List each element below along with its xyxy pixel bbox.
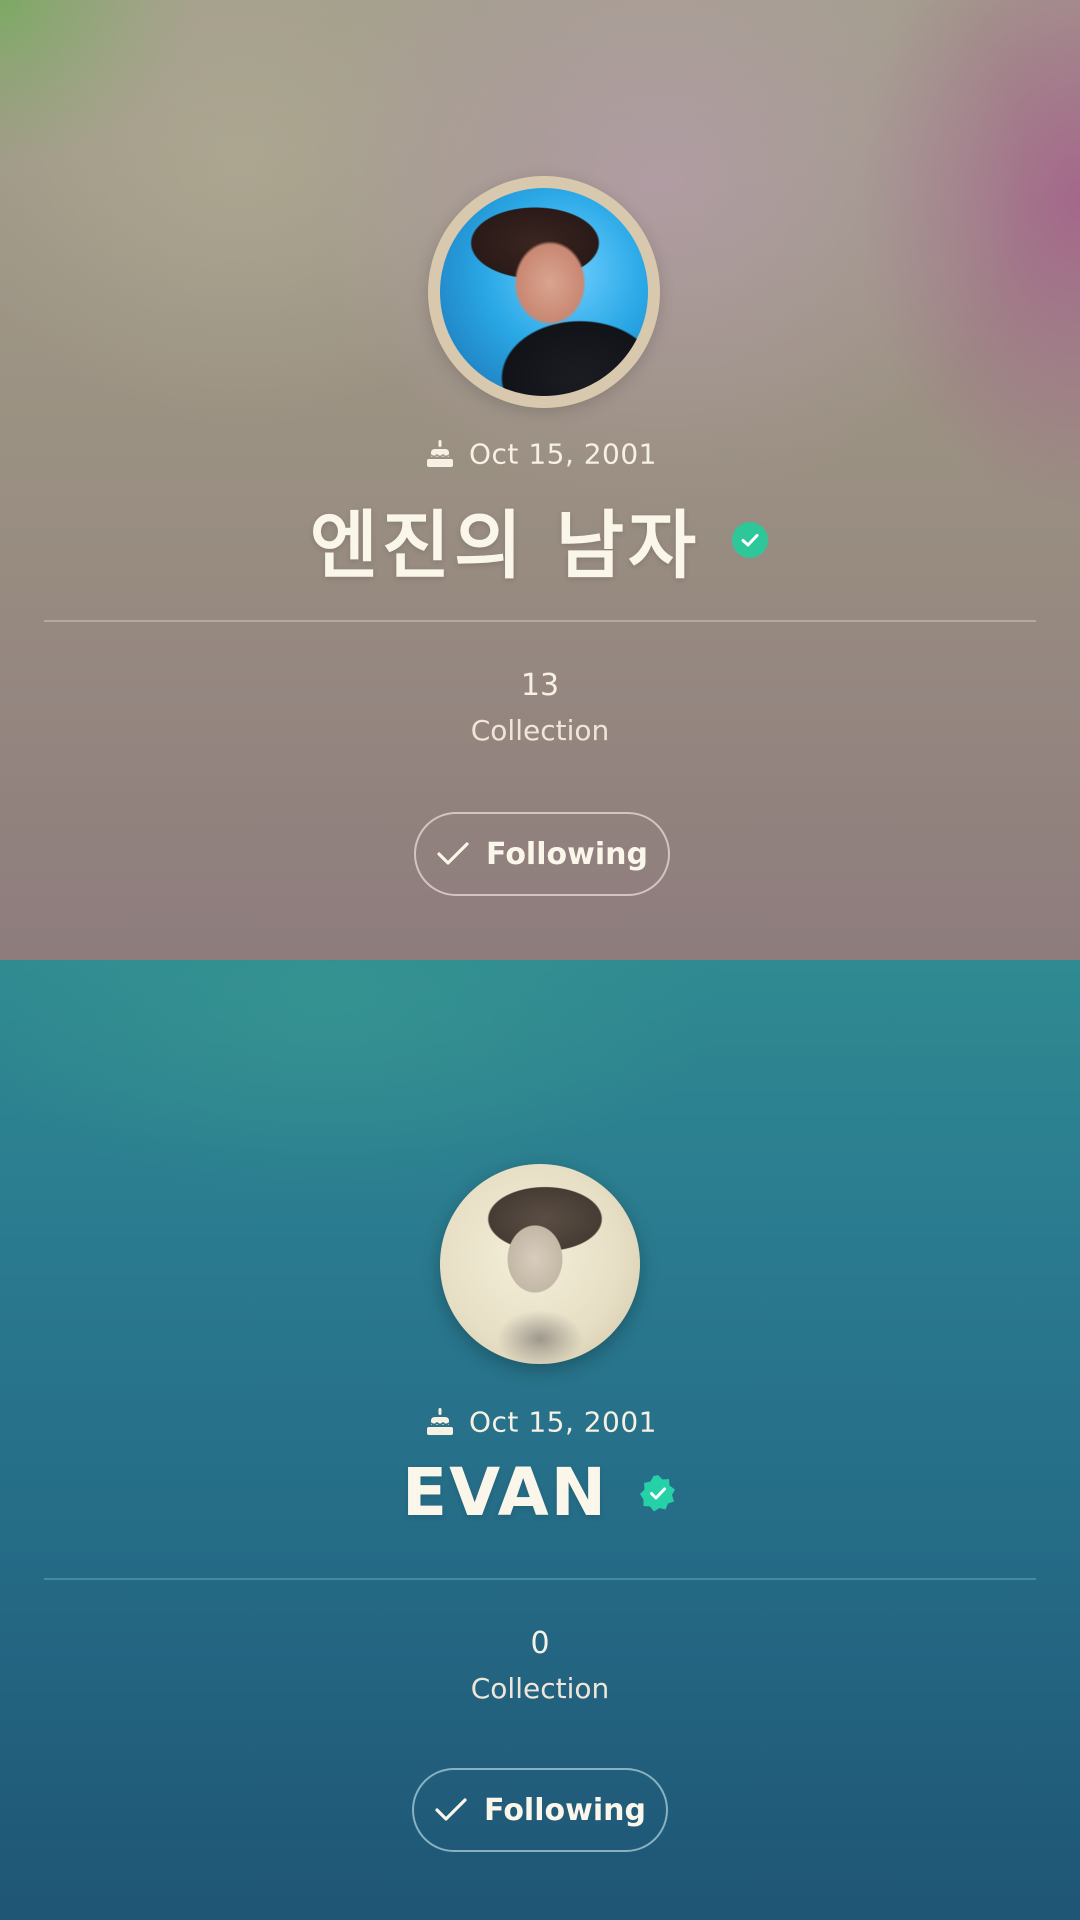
- profile-name: EVAN: [402, 1454, 608, 1531]
- birthday-row: Oct 15, 2001: [0, 1404, 1080, 1439]
- following-label: Following: [484, 1792, 646, 1828]
- following-label: Following: [486, 836, 648, 872]
- birthday-cake-icon: [427, 1408, 453, 1435]
- divider: [44, 1578, 1036, 1580]
- profile-card-bottom: Oct 15, 2001 EVAN 0 Collection Following: [0, 960, 1080, 1920]
- name-row: 엔진의 남자: [0, 486, 1080, 593]
- checkmark-icon: [437, 842, 469, 865]
- collection-label: Collection: [470, 714, 610, 747]
- avatar-photo: [440, 188, 648, 396]
- checkmark-icon: [435, 1798, 467, 1821]
- following-button[interactable]: Following: [414, 812, 670, 896]
- avatar[interactable]: [440, 1164, 640, 1364]
- divider: [44, 620, 1036, 622]
- birthday-cake-icon: [427, 440, 453, 467]
- profile-card-top: Oct 15, 2001 엔진의 남자 13 Collection Follow…: [0, 0, 1080, 960]
- verified-badge-icon: [732, 521, 769, 558]
- verified-badge-icon: [640, 1474, 675, 1511]
- collection-count: 0: [530, 1626, 550, 1661]
- name-row: EVAN: [0, 1454, 1080, 1531]
- avatar[interactable]: [428, 176, 660, 408]
- birthday-row: Oct 15, 2001: [0, 436, 1080, 471]
- following-button[interactable]: Following: [412, 1768, 668, 1852]
- birthday-date: Oct 15, 2001: [469, 437, 657, 471]
- collection-label: Collection: [470, 1672, 610, 1705]
- profile-name: 엔진의 남자: [309, 503, 701, 589]
- birthday-date: Oct 15, 2001: [469, 1405, 657, 1439]
- collection-count: 13: [520, 668, 560, 703]
